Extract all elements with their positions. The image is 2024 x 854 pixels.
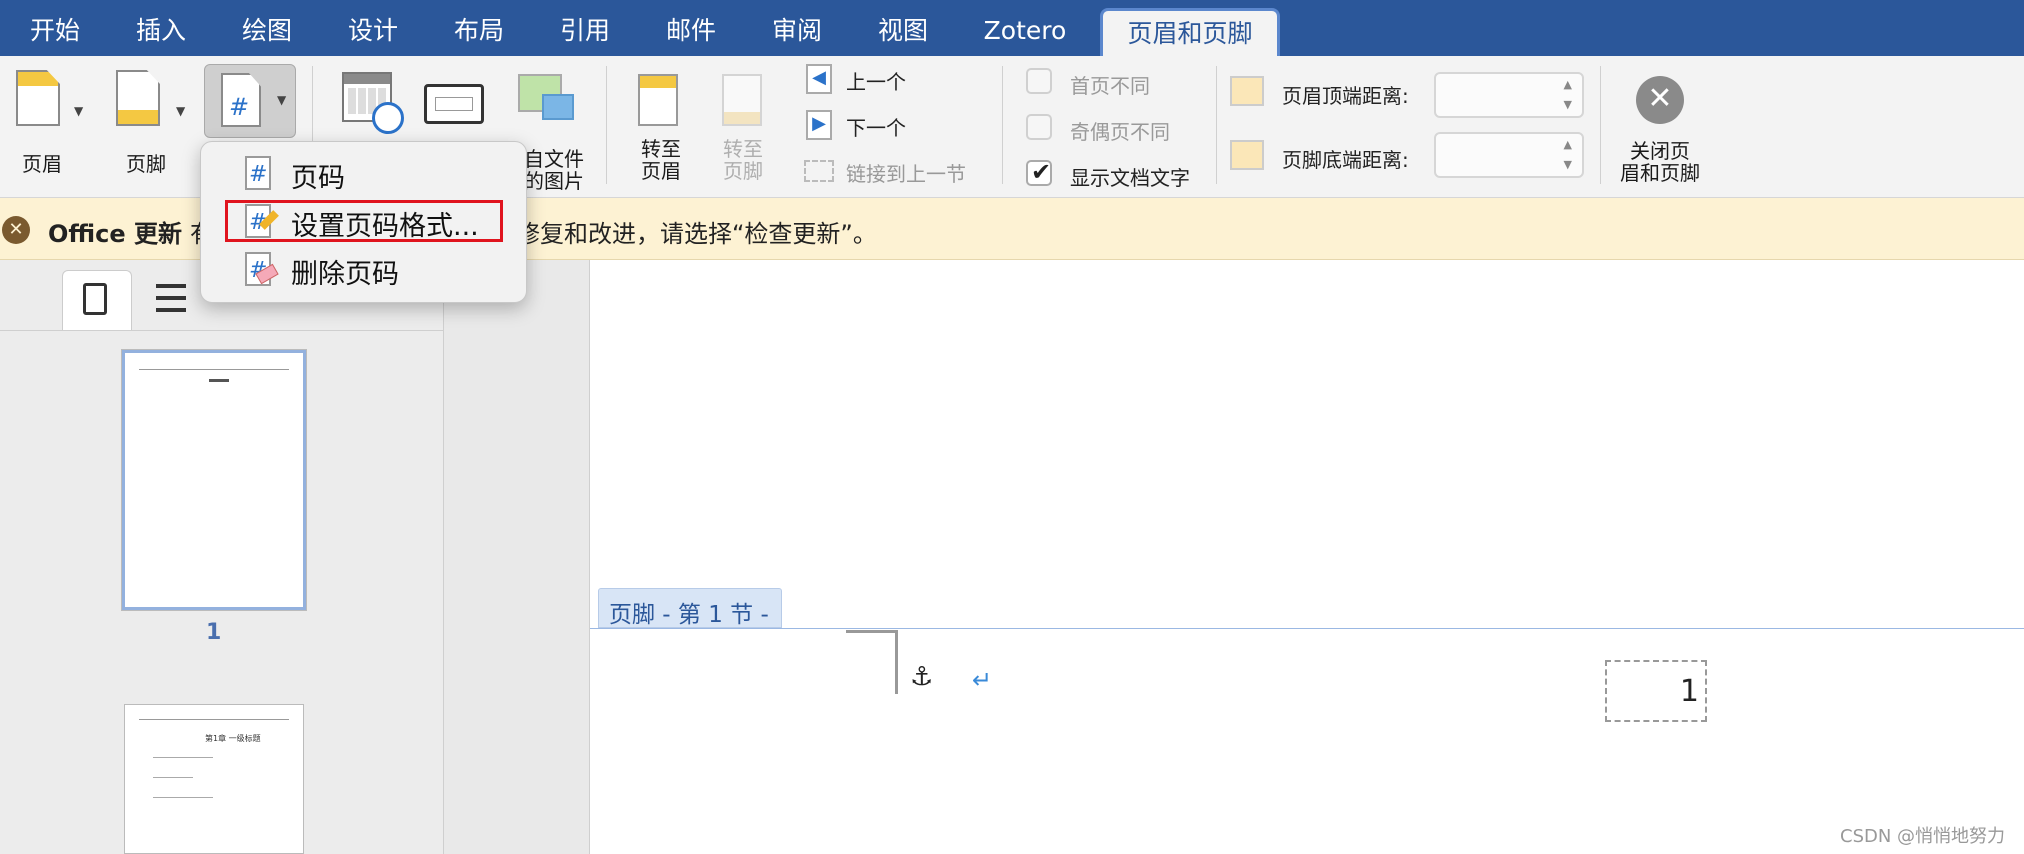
different-first-page-checkbox[interactable]: 首页不同: [1026, 66, 1206, 100]
chevron-down-icon[interactable]: ▼: [277, 93, 286, 107]
checkbox-box: [1026, 114, 1052, 140]
tab-insert[interactable]: 插入: [116, 8, 206, 56]
page-thumbnail-label: 1: [206, 620, 222, 645]
close-header-footer-label: 关闭页 眉和页脚: [1620, 139, 1700, 185]
arrow-right-icon: ▶: [806, 110, 832, 140]
error-icon: ✕: [2, 216, 30, 244]
tab-home[interactable]: 开始: [10, 8, 100, 56]
footer-button[interactable]: ▼ 页脚: [112, 68, 192, 183]
calendar-clock-icon: [342, 72, 404, 134]
header-from-top-label: 页眉顶端距离:: [1282, 84, 1409, 108]
footer-tag-label: 页脚 - 第 1 节 -: [609, 602, 769, 628]
tab-zotero[interactable]: Zotero: [970, 8, 1080, 56]
next-button[interactable]: ▶ 下一个: [804, 108, 964, 142]
highlight-box: [225, 200, 503, 242]
previous-button[interactable]: ◀ 上一个: [804, 62, 964, 96]
header-doc-icon: [16, 70, 60, 126]
menu-item-page-number[interactable]: # 页码: [201, 150, 528, 196]
link-to-previous-label: 链接到上一节: [846, 162, 966, 186]
next-label: 下一个: [846, 116, 906, 140]
page-number-icon: #: [245, 156, 271, 190]
goto-header-button[interactable]: 转至 页眉: [630, 72, 692, 190]
different-first-page-label: 首页不同: [1070, 74, 1150, 98]
header-label: 页眉: [22, 152, 62, 176]
spin-up-icon[interactable]: ▲: [1564, 138, 1572, 151]
menu-item-label: 页码: [291, 163, 345, 194]
tab-draw[interactable]: 绘图: [222, 8, 312, 56]
footer-distance-icon: [1230, 140, 1264, 170]
previous-label: 上一个: [846, 70, 906, 94]
show-document-text-checkbox[interactable]: ✔ 显示文档文字: [1026, 158, 1206, 192]
navigation-pane: 1 第1章 一级标题: [0, 260, 444, 854]
checkmark-icon: ✔: [1026, 158, 1052, 186]
ribbon-tab-bar: 开始 插入 绘图 设计 布局 引用 邮件 审阅 视图 Zotero 页眉和页脚: [0, 0, 2024, 56]
footer-divider: [590, 628, 2024, 629]
page-number-button[interactable]: # ▼: [204, 64, 296, 138]
spin-up-icon[interactable]: ▲: [1564, 78, 1572, 91]
left-margin-gutter: [444, 260, 590, 854]
link-to-previous-button[interactable]: 链接到上一节: [804, 154, 994, 188]
close-header-footer-button[interactable]: ✕ 关闭页 眉和页脚: [1612, 70, 1712, 194]
document-page[interactable]: 页脚 - 第 1 节 - ⚓ ↵ 1 CSDN @悄悄地努力: [590, 260, 2024, 854]
date-time-button[interactable]: [340, 72, 404, 142]
spin-down-icon[interactable]: ▼: [1564, 98, 1572, 111]
chevron-down-icon[interactable]: ▼: [176, 104, 185, 118]
tab-references[interactable]: 引用: [540, 8, 630, 56]
show-document-text-label: 显示文档文字: [1070, 166, 1190, 190]
header-button[interactable]: ▼ 页眉: [12, 68, 92, 183]
watermark-text: CSDN @悄悄地努力: [1840, 826, 2006, 847]
page-number-icon: #: [221, 73, 261, 127]
goto-footer-icon: [722, 74, 762, 126]
arrow-left-icon: ◀: [806, 64, 832, 94]
menu-item-label: 删除页码: [291, 259, 399, 290]
footer-from-bottom-input[interactable]: ▲ ▼: [1434, 132, 1584, 178]
page-number-value: 1: [1679, 674, 1699, 709]
header-from-top-input[interactable]: ▲ ▼: [1434, 72, 1584, 118]
close-icon: ✕: [1636, 76, 1684, 124]
picture-from-file-label: 自文件 的图片: [524, 147, 584, 193]
paragraph-mark-icon: ↵: [972, 666, 993, 694]
tab-outline[interactable]: [150, 284, 190, 320]
page-thumbnail-1[interactable]: [121, 349, 307, 611]
pages-icon: [83, 283, 107, 315]
menu-item-remove-page-numbers[interactable]: # 删除页码: [201, 246, 528, 292]
remove-page-number-icon: #: [245, 252, 279, 286]
chevron-down-icon[interactable]: ▼: [74, 104, 83, 118]
tab-thumbnails[interactable]: [62, 270, 132, 330]
tab-review[interactable]: 审阅: [752, 8, 842, 56]
footer-doc-icon: [116, 70, 160, 126]
page-number-field[interactable]: 1: [1605, 660, 1707, 722]
spin-down-icon[interactable]: ▼: [1564, 158, 1572, 171]
footer-label: 页脚: [126, 152, 166, 176]
tab-view[interactable]: 视图: [858, 8, 948, 56]
page-thumbnail-2[interactable]: 第1章 一级标题: [124, 704, 304, 854]
footer-from-bottom-label: 页脚底端距离:: [1282, 148, 1409, 172]
checkbox-box: [1026, 68, 1052, 94]
banner-text: 修复和改进，请选择“检查更新”。: [516, 220, 877, 248]
goto-footer-label: 转至 页脚: [723, 137, 763, 183]
tab-layout[interactable]: 布局: [434, 8, 524, 56]
tab-header-footer[interactable]: 页眉和页脚: [1100, 8, 1280, 56]
thumb2-heading: 第1章 一级标题: [205, 734, 261, 743]
footer-section-tag: 页脚 - 第 1 节 -: [598, 588, 782, 628]
banner-title: Office 更新: [48, 220, 183, 248]
tab-design[interactable]: 设计: [328, 8, 418, 56]
goto-footer-button[interactable]: 转至 页脚: [712, 72, 774, 190]
goto-header-icon: [638, 74, 678, 126]
link-icon: [804, 160, 834, 182]
goto-header-label: 转至 页眉: [641, 137, 681, 183]
header-distance-icon: [1230, 76, 1264, 106]
different-odd-even-label: 奇偶页不同: [1070, 120, 1170, 144]
document-info-button[interactable]: [424, 84, 484, 124]
tab-mailings[interactable]: 邮件: [646, 8, 736, 56]
anchor-icon: ⚓: [910, 662, 934, 692]
list-icon: [156, 284, 186, 314]
different-odd-even-checkbox[interactable]: 奇偶页不同: [1026, 112, 1206, 146]
margin-corner-mark: [846, 630, 898, 694]
